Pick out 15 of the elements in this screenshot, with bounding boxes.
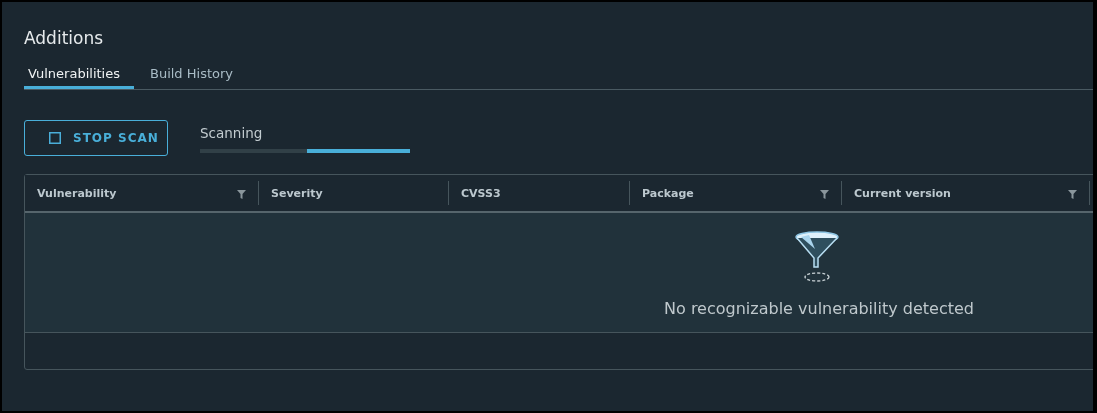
column-header[interactable]: Package	[642, 186, 694, 200]
filter-icon[interactable]	[820, 189, 829, 199]
column-header[interactable]: Current version	[854, 186, 951, 200]
stop-icon	[49, 132, 61, 144]
column-header[interactable]: Severity	[271, 186, 323, 200]
column-header[interactable]: Vulnerability	[37, 186, 117, 200]
scan-status: Scanning	[200, 124, 264, 142]
tab[interactable]: Vulnerabilities	[24, 62, 134, 89]
page-title: Additions	[24, 28, 105, 50]
empty-message: No recognizable vulnerability detected	[664, 299, 974, 318]
stop-scan-button[interactable]: STOP SCAN	[24, 120, 168, 156]
filter-icon[interactable]	[237, 189, 246, 199]
tab[interactable]: Build History	[146, 62, 247, 89]
column-header[interactable]: CVSS3	[461, 186, 501, 200]
filter-icon[interactable]	[1068, 189, 1077, 199]
